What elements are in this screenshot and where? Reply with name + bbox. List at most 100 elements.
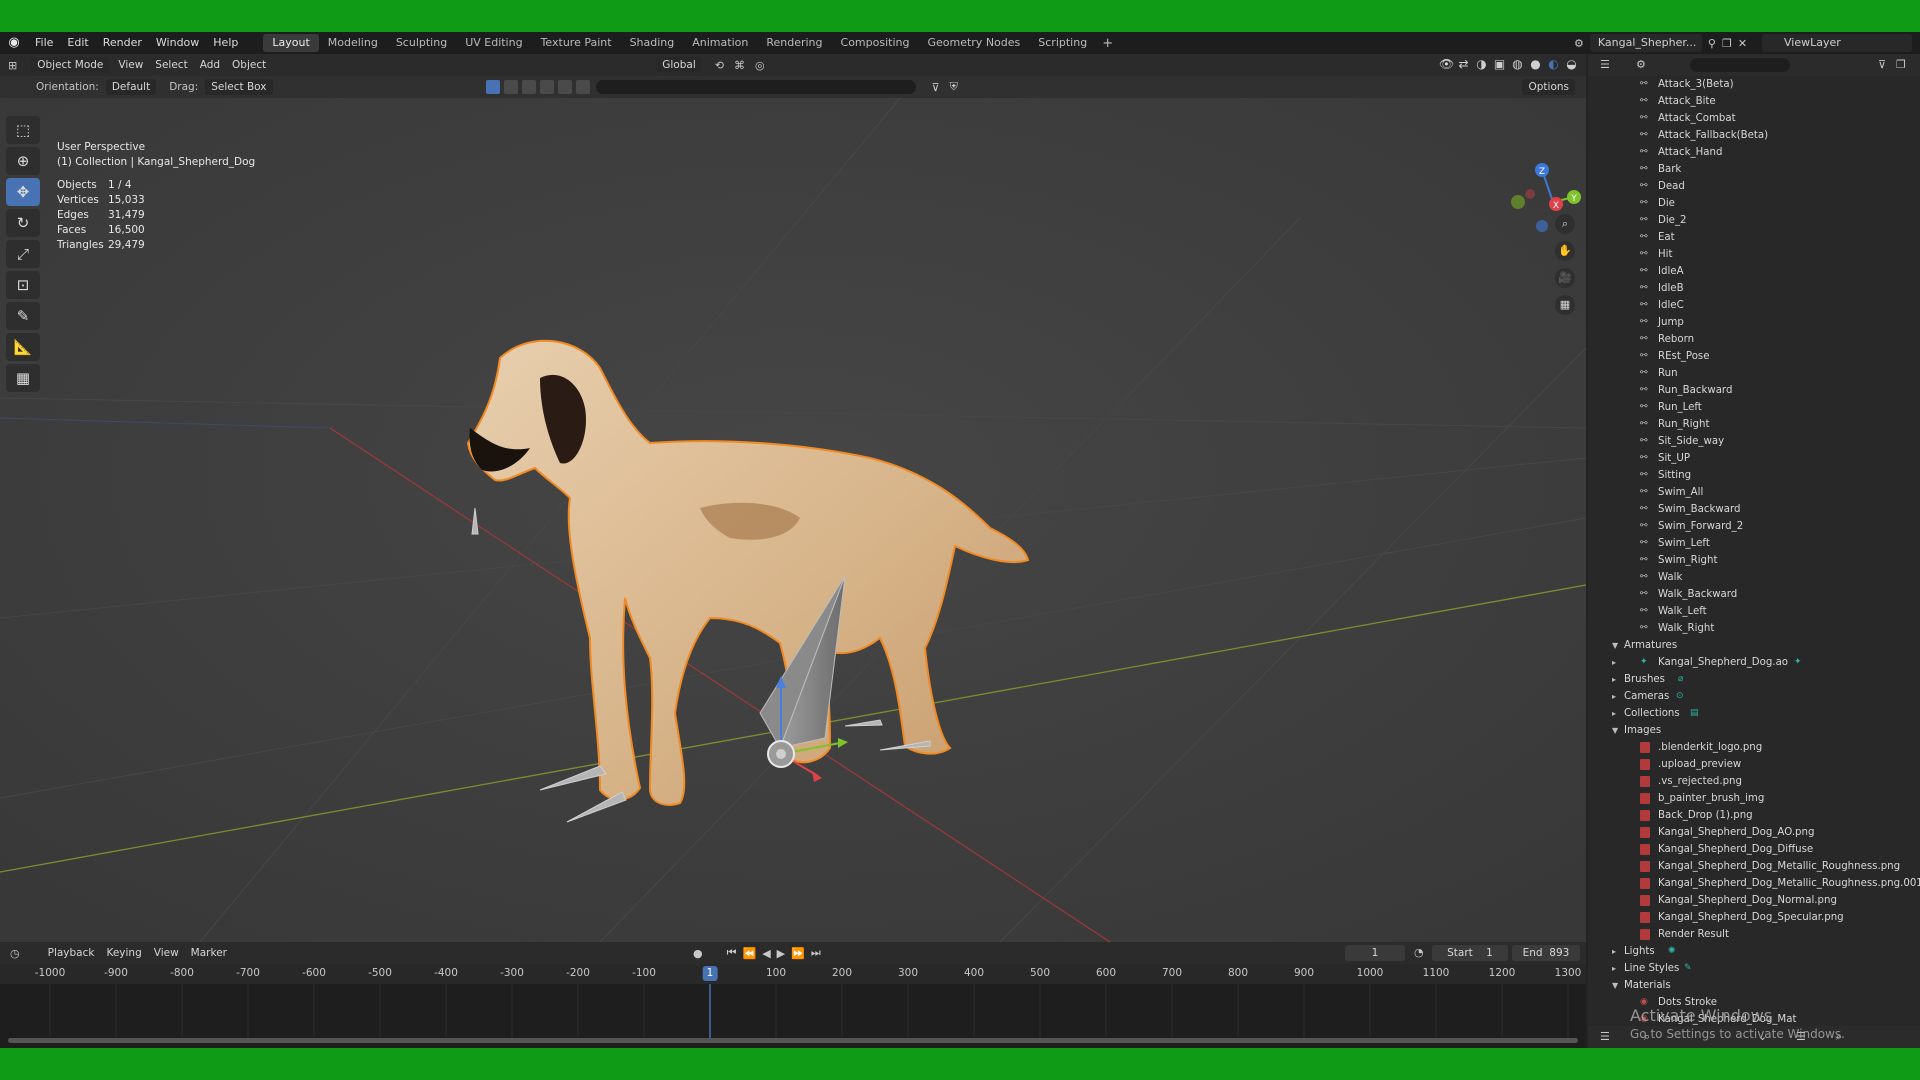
outliner-action-item[interactable]: ⚯ IdleC (1588, 297, 1920, 314)
outliner-category-armatures[interactable]: ▼ Armatures (1588, 637, 1920, 654)
wireframe-shading-icon[interactable]: ◍ (1511, 57, 1524, 71)
measure-tool-icon[interactable]: 📐 (6, 333, 40, 361)
outliner-action-item[interactable]: ⚯ IdleB (1588, 280, 1920, 297)
outliner-image-item[interactable]: b_painter_brush_img (1588, 790, 1920, 807)
expand-right-icon[interactable]: ▸ (1612, 705, 1616, 722)
annotate-tool-icon[interactable]: ✎ (6, 302, 40, 330)
view-layer-field[interactable]: ViewLayer (1762, 34, 1912, 52)
expand-right-icon[interactable]: ▸ (1612, 960, 1616, 977)
playback-menu[interactable]: Playback (42, 947, 101, 959)
move-tool-icon[interactable]: ✥ (6, 178, 40, 206)
next-keyframe-icon[interactable]: ⏩ (791, 947, 805, 960)
editor-type-icon[interactable]: ⊞ (8, 59, 17, 72)
timeline-editor[interactable]: ◷ Playback Keying View Marker ● ⏮ ⏪ ◀ ▶ … (0, 942, 1586, 1048)
select-menu[interactable]: Select (149, 59, 193, 71)
outliner-action-item[interactable]: ⚯ Bark (1588, 161, 1920, 178)
gizmo-toggle-icon[interactable]: ⇄ (1457, 57, 1470, 71)
outliner-image-item[interactable]: Kangal_Shepherd_Dog_Specular.png (1588, 909, 1920, 926)
scale-tool-icon[interactable]: ⤢ (6, 240, 40, 268)
timeline-editor-type-icon[interactable]: ◷ (10, 947, 20, 960)
outliner-image-item[interactable]: Kangal_Shepherd_Dog_Normal.png (1588, 892, 1920, 909)
menu-render[interactable]: Render (96, 32, 149, 54)
outliner-image-item[interactable]: Kangal_Shepherd_Dog_Metallic_Roughness.p… (1588, 858, 1920, 875)
outliner-armature-item[interactable]: ▸ ✦ Kangal_Shepherd_Dog.ao ✦ (1588, 654, 1920, 671)
expand-down-icon[interactable]: ▼ (1612, 637, 1618, 654)
outliner-action-item[interactable]: ⚯ Hit (1588, 246, 1920, 263)
new-collection-icon[interactable]: ❐ (1896, 58, 1906, 71)
proportional-edit-icon[interactable]: ◎ (755, 59, 765, 72)
object-menu[interactable]: Object (226, 59, 272, 71)
select-intersect-icon[interactable] (557, 80, 572, 94)
new-scene-icon[interactable]: ❐ (1722, 37, 1732, 50)
filter-icon[interactable]: ⊽ (932, 81, 940, 94)
playhead-frame-badge[interactable]: 1 (702, 966, 718, 981)
outliner-search-input[interactable] (1690, 58, 1790, 72)
outliner-action-item[interactable]: ⚯ Attack_Combat (1588, 110, 1920, 127)
footer-editor-icon[interactable]: ☰ (1600, 1030, 1610, 1043)
current-frame-field[interactable]: 1 (1345, 945, 1405, 961)
outliner-action-item[interactable]: ⚯ Swim_Backward (1588, 501, 1920, 518)
tab-scripting[interactable]: Scripting (1029, 34, 1096, 52)
record-icon[interactable]: ● (693, 947, 703, 960)
expand-right-icon[interactable]: ▸ (1612, 688, 1616, 705)
shield-icon[interactable]: ⛨ (950, 80, 958, 94)
jump-end-icon[interactable]: ⏭ (811, 946, 821, 960)
outliner-action-item[interactable]: ⚯ Run (1588, 365, 1920, 382)
outliner-action-item[interactable]: ⚯ IdleA (1588, 263, 1920, 280)
rendered-shading-icon[interactable]: ◒ (1565, 57, 1578, 71)
delete-scene-icon[interactable]: ✕ (1738, 37, 1747, 50)
outliner-image-item[interactable]: .vs_rejected.png (1588, 773, 1920, 790)
tab-sculpting[interactable]: Sculpting (387, 34, 456, 52)
xray-icon[interactable]: ▣ (1493, 57, 1506, 71)
outliner-action-item[interactable]: ⚯ Sit_Side_way (1588, 433, 1920, 450)
overlay-toggle-icon[interactable]: ◑ (1475, 57, 1488, 71)
outliner-action-item[interactable]: ⚯ REst_Pose (1588, 348, 1920, 365)
ortho-grid-icon[interactable]: ▦ (1555, 295, 1575, 315)
material-shading-icon[interactable]: ◐ (1547, 57, 1560, 71)
outliner-image-item[interactable]: Back_Drop (1).png (1588, 807, 1920, 824)
outliner-action-item[interactable]: ⚯ Swim_Forward_2 (1588, 518, 1920, 535)
timeline-scrollbar[interactable] (8, 1038, 1578, 1043)
add-cube-tool-icon[interactable]: ▦ (6, 364, 40, 392)
object-mode-dropdown[interactable]: Object Mode (31, 57, 110, 73)
outliner-editor-type-icon[interactable]: ☰ (1600, 58, 1610, 71)
outliner-image-item[interactable]: Kangal_Shepherd_Dog_Diffuse (1588, 841, 1920, 858)
expand-down-icon[interactable]: ▼ (1612, 722, 1618, 739)
expand-down-icon[interactable]: ▼ (1612, 977, 1618, 994)
select-box-tool-icon[interactable]: ⬚ (6, 116, 40, 144)
outliner-action-item[interactable]: ⚯ Run_Right (1588, 416, 1920, 433)
outliner-action-item[interactable]: ⚯ Swim_All (1588, 484, 1920, 501)
options-dropdown[interactable]: Options (1522, 79, 1575, 95)
outliner-action-item[interactable]: ⚯ Walk_Left (1588, 603, 1920, 620)
cursor-tool-icon[interactable]: ⊕ (6, 147, 40, 175)
outliner-category-lights[interactable]: ▸ Lights ✺ (1588, 943, 1920, 960)
camera-view-icon[interactable]: 🎥 (1555, 268, 1575, 288)
outliner-action-item[interactable]: ⚯ Jump (1588, 314, 1920, 331)
tab-texture-paint[interactable]: Texture Paint (532, 34, 621, 52)
outliner-category-collections[interactable]: ▸ Collections ▤ (1588, 705, 1920, 722)
outliner-image-item[interactable]: Kangal_Shepherd_Dog_Metallic_Roughness.p… (1588, 875, 1920, 892)
menu-edit[interactable]: Edit (60, 32, 95, 54)
outliner-action-item[interactable]: ⚯ Attack_Hand (1588, 144, 1920, 161)
expand-right-icon[interactable]: ▸ (1612, 671, 1616, 688)
expand-right-icon[interactable]: ▸ (1612, 654, 1616, 671)
pan-hand-icon[interactable]: ✋ (1555, 241, 1575, 261)
outliner-category-images[interactable]: ▼ Images (1588, 722, 1920, 739)
tab-modeling[interactable]: Modeling (319, 34, 387, 52)
snap-icon[interactable]: ⌘ (734, 59, 745, 72)
select-new-icon[interactable] (485, 80, 500, 94)
outliner-image-item[interactable]: Render Result (1588, 926, 1920, 943)
transform-tool-icon[interactable]: ⊡ (6, 271, 40, 299)
outliner-action-item[interactable]: ⚯ Die_2 (1588, 212, 1920, 229)
zoom-icon[interactable]: ⌕ (1555, 214, 1575, 234)
tab-compositing[interactable]: Compositing (832, 34, 919, 52)
play-icon[interactable]: ▶ (777, 947, 785, 960)
end-frame-field[interactable]: End 893 (1512, 945, 1580, 961)
outliner-action-item[interactable]: ⚯ Walk_Backward (1588, 586, 1920, 603)
menu-window[interactable]: Window (149, 32, 206, 54)
outliner-action-item[interactable]: ⚯ Dead (1588, 178, 1920, 195)
outliner-action-item[interactable]: ⚯ Swim_Right (1588, 552, 1920, 569)
menu-file[interactable]: File (28, 32, 60, 54)
outliner-action-item[interactable]: ⚯ Reborn (1588, 331, 1920, 348)
select-difference-icon[interactable] (539, 80, 554, 94)
